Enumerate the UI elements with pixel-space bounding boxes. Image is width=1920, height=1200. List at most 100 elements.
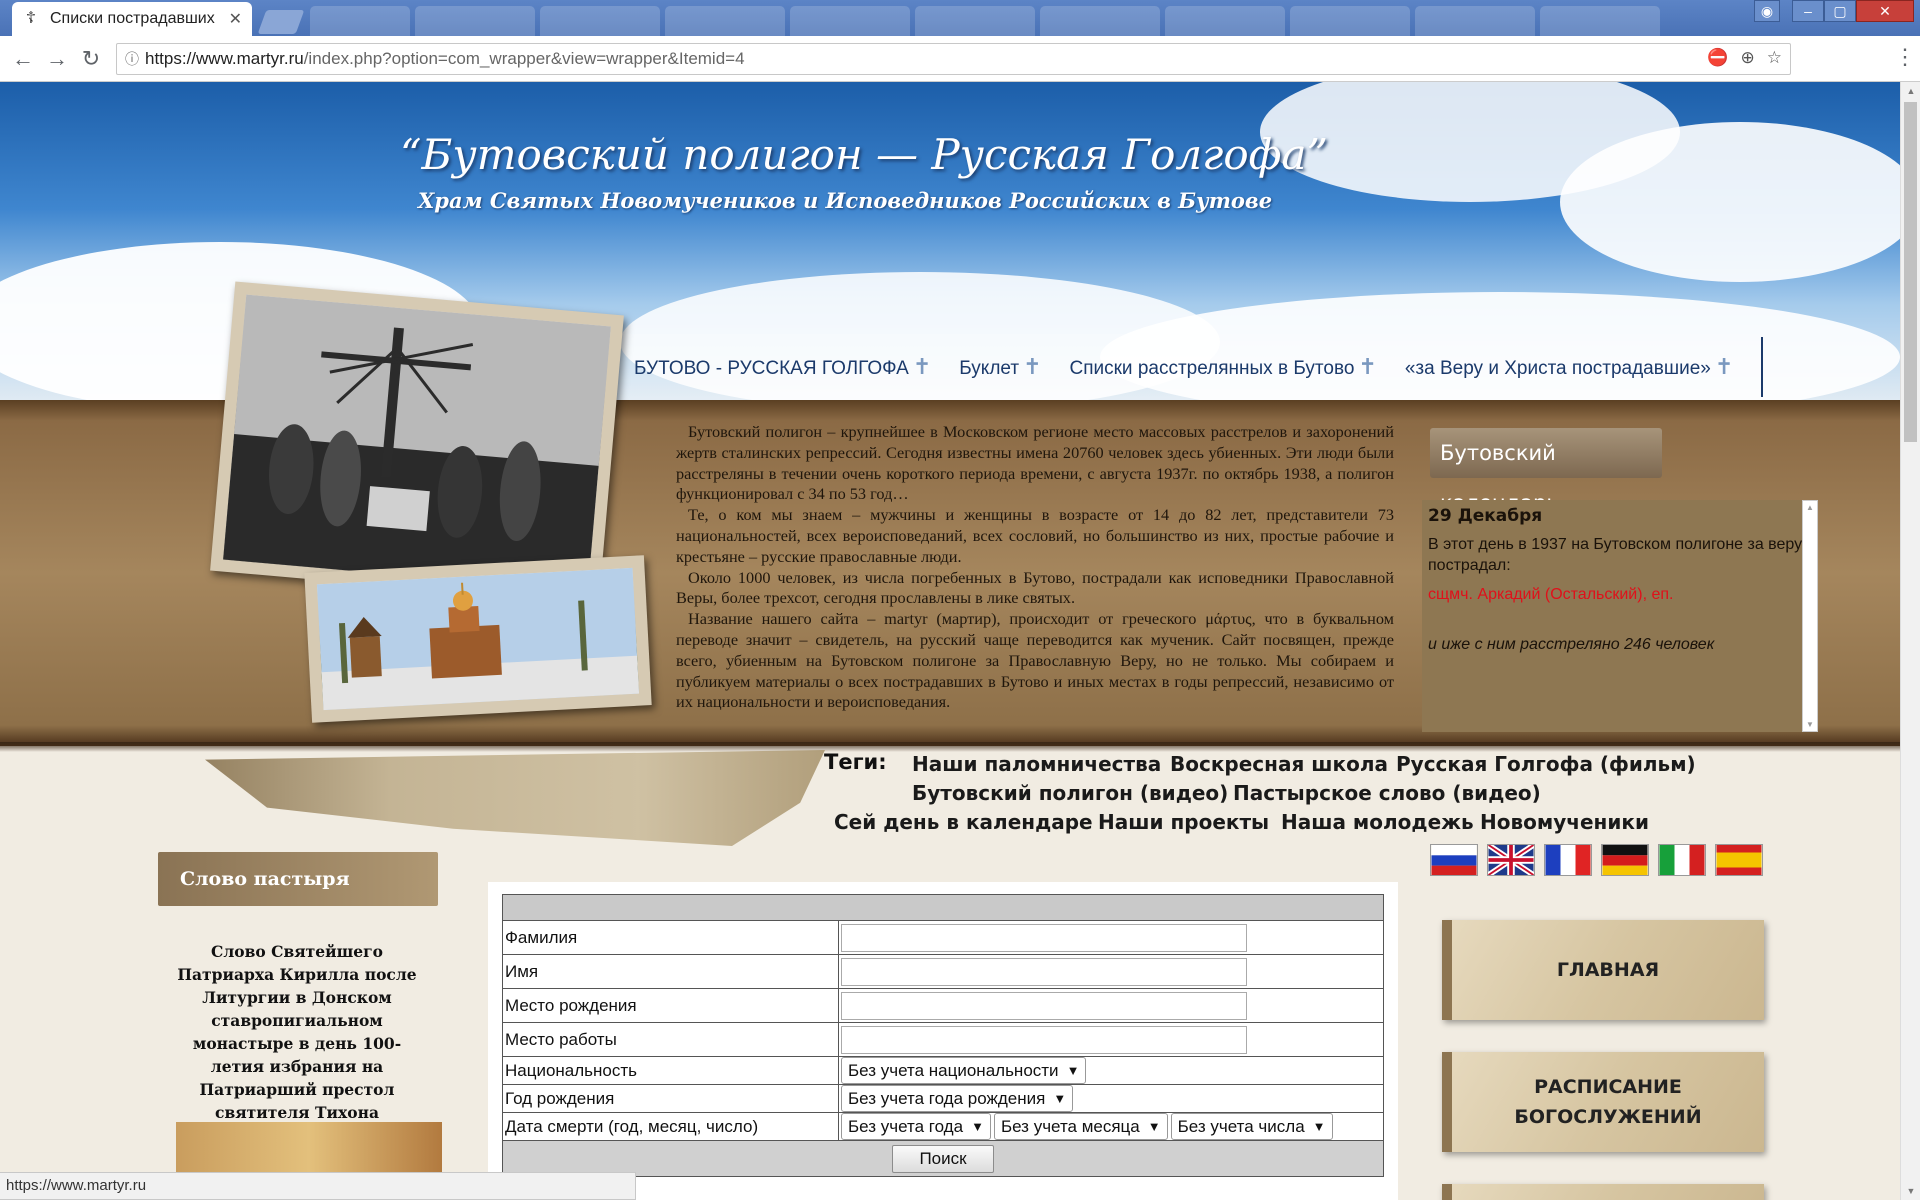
tab-close-icon[interactable]: ✕ [229,9,242,29]
background-tab[interactable] [1415,6,1535,36]
scroll-up-icon[interactable]: ▲ [1803,503,1817,512]
tag-link[interactable]: Сей день в календаре [834,810,1093,834]
background-tab[interactable] [1040,6,1160,36]
page-scrollbar[interactable]: ▲ ▼ [1900,82,1920,1200]
butovo-calendar: Бутовский календарь 29 Декабря В этот де… [1412,422,1822,740]
back-arrow-icon[interactable]: ← [10,46,36,72]
close-window-button[interactable]: ✕ [1856,0,1914,22]
church-photo-drawing [316,567,640,711]
scroll-down-icon[interactable]: ▼ [1803,720,1817,729]
menu-label-line: БОГОСЛУЖЕНИЙ [1514,1106,1702,1128]
next-menu-button[interactable] [1442,1184,1764,1200]
death-date-label: Дата смерти (год, месяц, число) [502,1112,839,1141]
tag-link[interactable]: Воскресная школа [1170,752,1388,776]
scroll-down-icon[interactable]: ▼ [1901,1182,1920,1200]
background-tab[interactable] [1540,6,1660,36]
tab-active[interactable]: ☦ Списки пострадавших ✕ [12,2,252,36]
tag-link[interactable]: Наша молодежь [1281,810,1474,834]
background-tab[interactable] [915,6,1035,36]
calendar-heading: Бутовский календарь [1430,428,1662,515]
new-tab-button[interactable] [257,10,305,34]
search-button[interactable]: Поиск [892,1144,994,1173]
nav-label: Списки расстрелянных в Бутово [1069,358,1355,379]
status-bar-url: https://www.martyr.ru [0,1172,636,1200]
scrollbar-thumb[interactable] [1904,102,1917,442]
bookmark-star-icon[interactable]: ☆ [1767,48,1782,68]
schedule-menu-button[interactable]: РАСПИСАНИЕ БОГОСЛУЖЕНИЙ [1442,1052,1764,1152]
browser-toolbar: ← → ↻ ⓘ https://www.martyr.ru/index.php?… [0,36,1920,82]
calendar-note: и иже с ним расстреляно 246 человек [1428,636,1715,653]
url-path: /index.php?option=com_wrapper&view=wrapp… [303,49,745,68]
calendar-scrollbar[interactable]: ▲ ▼ [1802,500,1818,732]
victim-search-form: Фамилия Имя Место рождения Место работы … [502,894,1384,1177]
select-value: Без учета года рождения [848,1088,1046,1108]
browser-menu-icon[interactable]: ⋮ [1894,44,1916,70]
birth-year-select[interactable]: Без учета года рождения ▼ [841,1085,1074,1112]
select-value: Без учета числа [1177,1116,1305,1136]
address-bar[interactable]: ⓘ https://www.martyr.ru/index.php?option… [116,43,1791,75]
background-tab[interactable] [310,6,410,36]
background-tab[interactable] [1290,6,1410,36]
name-input[interactable] [841,957,1247,986]
background-tab[interactable] [1165,6,1285,36]
italian-flag-icon[interactable] [1658,844,1706,876]
profile-button[interactable]: ◉ [1754,0,1780,22]
russian-flag-icon[interactable] [1430,844,1478,876]
scroll-up-icon[interactable]: ▲ [1901,82,1920,100]
form-row: Место работы [502,1022,1384,1057]
dropdown-arrow-icon: ▼ [1147,1119,1161,1134]
home-menu-button[interactable]: ГЛАВНАЯ [1442,920,1764,1020]
background-tab[interactable] [790,6,910,36]
maximize-button[interactable]: ▢ [1824,0,1856,22]
tag-link[interactable]: Наши проекты [1098,810,1269,834]
nav-item-booklet[interactable]: Буклет ✝ [945,354,1055,380]
nationality-select[interactable]: Без учета национальности ▼ [841,1057,1087,1084]
name-label: Имя [502,954,839,989]
birthplace-input[interactable] [841,991,1247,1020]
parchment-decoration [205,750,825,846]
minimize-button[interactable]: – [1792,0,1824,22]
pastor-word-heading: Слово пастыря [158,852,438,906]
nav-item-butovo[interactable]: БУТОВО - РУССКАЯ ГОЛГОФА ✝ [620,354,945,380]
spanish-flag-icon[interactable] [1715,844,1763,876]
forward-arrow-icon[interactable]: → [44,46,70,72]
background-tab[interactable] [540,6,660,36]
death-month-select[interactable]: Без учета месяца ▼ [993,1113,1168,1140]
death-day-select[interactable]: Без учета числа ▼ [1170,1113,1333,1140]
calendar-martyr-link[interactable]: сщмч. Аркадий (Остальский), еп. [1428,586,1811,604]
info-icon[interactable]: ⓘ [125,49,145,69]
surname-input[interactable] [841,923,1247,952]
pastor-word-link[interactable]: Слово Святейшего Патриарха Кирилла после… [172,940,422,1124]
site-subtitle: Храм Святых Новомучеников и Исповедников… [418,188,1273,213]
dropdown-arrow-icon: ▼ [1066,1063,1080,1078]
zoom-icon[interactable]: ⊕ [1741,48,1755,68]
blocked-content-icon[interactable]: ⛔ [1707,48,1728,68]
cross-icon: ✝ [1358,354,1377,379]
select-value: Без учета года [848,1116,964,1136]
tag-link[interactable]: Русская Голгофа (фильм) [1396,752,1696,776]
nav-item-victims[interactable]: «за Веру и Христа пострадавшие» ✝ [1391,354,1747,380]
background-tab[interactable] [665,6,785,36]
uk-flag-icon[interactable] [1487,844,1535,876]
banner-shadow [0,742,1900,752]
intro-text: Бутовский полигон – крупнейшее в Московс… [676,422,1394,713]
calendar-content: 29 Декабря В этот день в 1937 на Бутовск… [1422,500,1817,732]
tag-link[interactable]: Новомученики [1480,810,1649,834]
web-page: “Бутовский полигон — Русская Голгофа” Хр… [0,82,1900,1200]
tag-link[interactable]: Бутовский полигон (видео) [912,781,1228,805]
french-flag-icon[interactable] [1544,844,1592,876]
workplace-label: Место работы [502,1022,839,1057]
tag-link[interactable]: Наши паломничества [912,752,1161,776]
form-row: Дата смерти (год, месяц, число) Без учет… [502,1112,1384,1141]
menu-label: ГЛАВНАЯ [1556,959,1660,981]
background-tab[interactable] [415,6,535,36]
nav-item-lists[interactable]: Списки расстрелянных в Бутово ✝ [1056,354,1391,380]
reload-icon[interactable]: ↻ [78,46,104,72]
language-flags [1430,844,1763,876]
intro-paragraph: Около 1000 человек, из числа погребенных… [676,567,1394,608]
german-flag-icon[interactable] [1601,844,1649,876]
nav-label: БУТОВО - РУССКАЯ ГОЛГОФА [634,358,909,379]
death-year-select[interactable]: Без учета года ▼ [841,1113,991,1140]
tag-link[interactable]: Пастырское слово (видео) [1233,781,1541,805]
workplace-input[interactable] [841,1025,1247,1054]
